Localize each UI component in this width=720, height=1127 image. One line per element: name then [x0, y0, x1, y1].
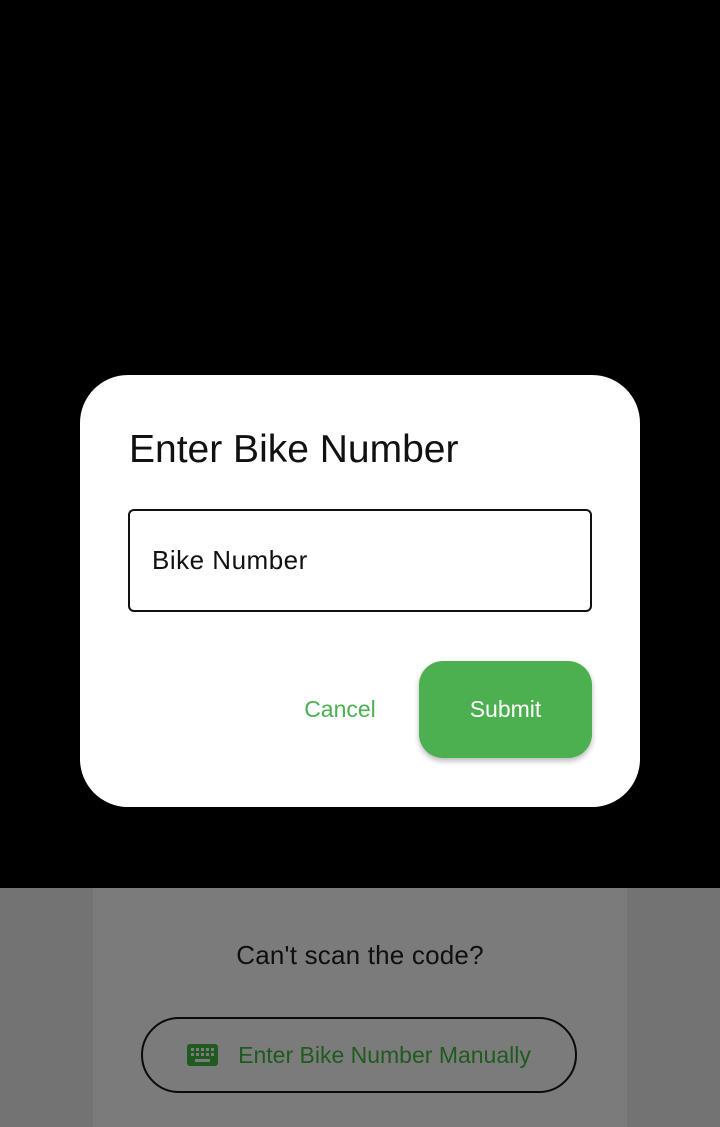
cancel-button[interactable]: Cancel: [288, 677, 392, 741]
submit-button[interactable]: Submit: [419, 661, 592, 758]
keyboard-icon: [187, 1044, 219, 1066]
bike-number-input[interactable]: [128, 509, 592, 612]
bottom-panel: Can't scan the code? Enter Bike Number M…: [0, 888, 720, 1127]
dialog-title: Enter Bike Number: [129, 428, 459, 471]
enter-bike-number-dialog: Enter Bike Number Cancel Submit: [80, 375, 640, 807]
enter-manually-button[interactable]: Enter Bike Number Manually: [141, 1017, 577, 1093]
enter-manually-label: Enter Bike Number Manually: [238, 1041, 531, 1068]
cant-scan-prompt: Can't scan the code?: [236, 940, 484, 970]
